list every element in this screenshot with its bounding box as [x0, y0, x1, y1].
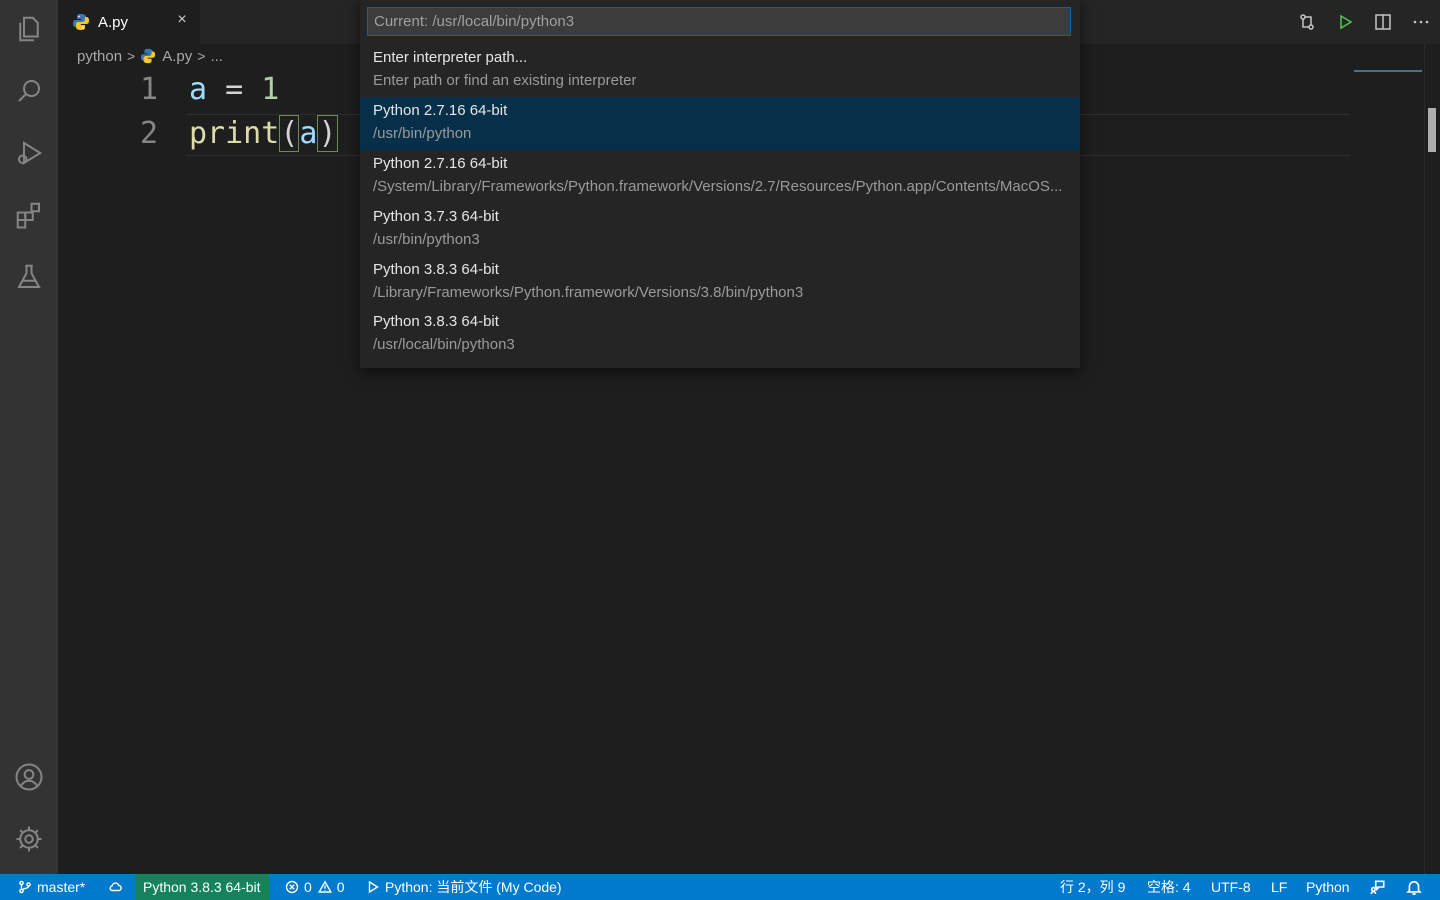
item-label: Python 3.8.3 64-bit: [373, 261, 499, 278]
item-label: Python 2.7.16 64-bit: [373, 155, 508, 172]
item-description: /usr/bin/python: [373, 125, 472, 142]
eol-status[interactable]: LF: [1271, 874, 1287, 900]
cursor-position[interactable]: 行 2，列 9: [1060, 874, 1125, 900]
warning-icon: [317, 880, 332, 893]
vertical-scrollbar[interactable]: [1424, 44, 1440, 874]
split-editor-icon[interactable]: [1364, 0, 1402, 44]
quick-pick-item[interactable]: Python 2.7.16 64-bit /System/Library/Fra…: [360, 150, 1080, 203]
git-branch-icon: [19, 880, 31, 894]
interpreter-name: Python 3.8.3 64-bit: [143, 879, 261, 895]
item-description: Enter path or find an existing interpret…: [373, 72, 637, 89]
interpreter-quick-pick: Enter interpreter path... Enter path or …: [360, 0, 1080, 368]
testing-flask-icon[interactable]: [0, 252, 58, 302]
open-changes-icon[interactable]: [1288, 0, 1326, 44]
item-label: Python 2.7.16 64-bit: [373, 102, 508, 119]
line-code: a = 1: [189, 72, 280, 107]
warning-count: 0: [336, 879, 345, 895]
python-file-icon: [73, 14, 89, 30]
indentation-status[interactable]: 空格: 4: [1147, 874, 1191, 900]
git-branch-status[interactable]: master*: [18, 874, 85, 900]
chevron-right-icon: >: [127, 48, 136, 64]
line-number: 2: [139, 116, 158, 151]
line-code: print(a): [189, 115, 338, 152]
feedback-icon[interactable]: [1370, 874, 1391, 900]
item-description: /usr/local/bin/python3: [373, 336, 515, 353]
notifications-bell-icon[interactable]: [1406, 874, 1427, 900]
item-description: /Library/Frameworks/Python.framework/Ver…: [373, 284, 804, 301]
interpreter-search-input[interactable]: [367, 7, 1071, 36]
error-icon: [285, 880, 299, 894]
tab-close-icon[interactable]: ×: [172, 10, 192, 30]
item-description: /usr/bin/python3: [373, 231, 480, 248]
item-label: Python 3.8.3 64-bit: [373, 313, 499, 330]
play-icon: [368, 880, 379, 894]
encoding-status[interactable]: UTF-8: [1211, 874, 1251, 900]
run-config-status[interactable]: Python: 当前文件 (My Code): [366, 874, 562, 900]
line-number: 1: [139, 72, 158, 107]
minimap[interactable]: [1354, 70, 1422, 72]
item-description: /System/Library/Frameworks/Python.framew…: [373, 178, 1063, 195]
run-config-label: Python: 当前文件 (My Code): [385, 879, 562, 895]
account-icon[interactable]: [0, 752, 58, 802]
cloud-sync-icon: [109, 882, 122, 892]
sync-status[interactable]: [108, 874, 127, 900]
breadcrumb-folder[interactable]: python: [77, 48, 122, 65]
run-python-file-icon[interactable]: [1326, 0, 1364, 44]
language-mode[interactable]: Python: [1306, 874, 1350, 900]
chevron-right-icon: >: [197, 48, 206, 64]
quick-pick-item[interactable]: Python 3.8.3 64-bit /Library/Frameworks/…: [360, 256, 1080, 309]
status-bar: master* Python 3.8.3 64-bit 0 0 Python: …: [0, 874, 1440, 900]
extensions-icon[interactable]: [0, 190, 58, 240]
branch-name: master*: [37, 879, 86, 895]
quick-pick-item[interactable]: Enter interpreter path... Enter path or …: [360, 44, 1080, 97]
breadcrumb-more[interactable]: ...: [210, 48, 223, 65]
more-actions-icon[interactable]: [1402, 0, 1440, 44]
editor-actions: [1288, 0, 1440, 44]
tab-a-py[interactable]: A.py ×: [58, 0, 200, 44]
python-file-icon: [141, 48, 156, 64]
scrollbar-thumb[interactable]: [1428, 108, 1436, 152]
breadcrumb-file[interactable]: A.py: [162, 48, 192, 65]
quick-pick-item-selected[interactable]: Python 2.7.16 64-bit /usr/bin/python: [360, 97, 1080, 150]
item-label: Enter interpreter path...: [373, 49, 528, 66]
settings-gear-icon[interactable]: [0, 814, 58, 864]
python-interpreter-status[interactable]: Python 3.8.3 64-bit: [135, 874, 269, 900]
error-count: 0: [304, 879, 312, 895]
item-label: Python 3.7.3 64-bit: [373, 208, 499, 225]
quick-pick-item[interactable]: Python 3.8.3 64-bit /usr/local/bin/pytho…: [360, 308, 1080, 361]
explorer-icon[interactable]: [0, 4, 58, 54]
search-icon[interactable]: [0, 66, 58, 116]
activity-bar: [0, 0, 58, 874]
tab-label: A.py: [98, 13, 129, 31]
quick-pick-item[interactable]: Python 3.7.3 64-bit /usr/bin/python3: [360, 203, 1080, 256]
run-debug-icon[interactable]: [0, 128, 58, 178]
problems-status[interactable]: 0 0: [285, 874, 345, 900]
breadcrumb: python > A.py > ...: [77, 44, 223, 68]
